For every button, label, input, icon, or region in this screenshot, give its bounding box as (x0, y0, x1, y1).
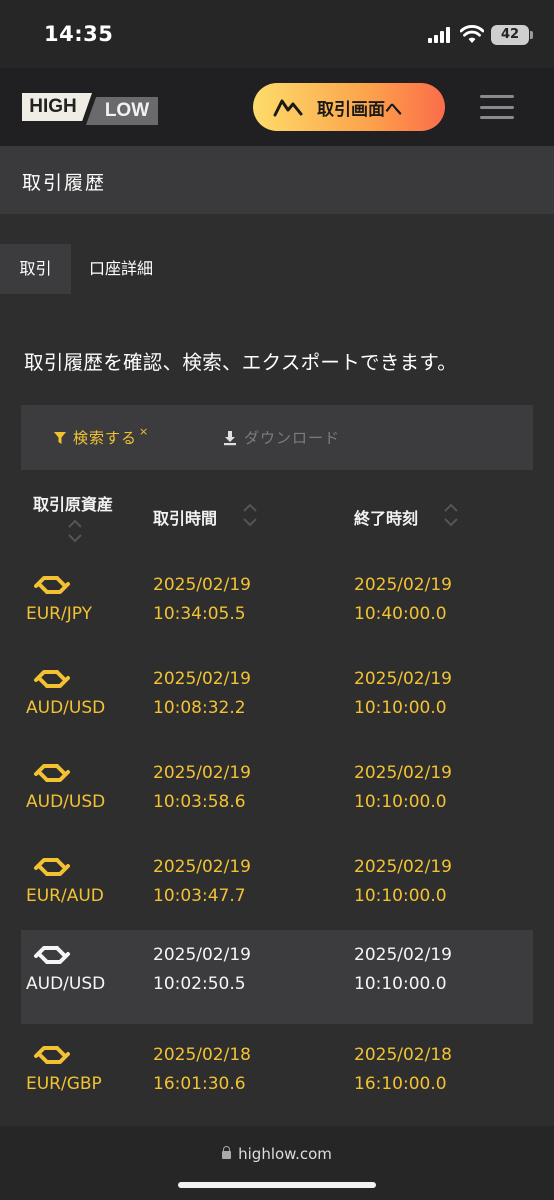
download-label: ダウンロード (244, 429, 341, 447)
end-date: 2025/02/19 (354, 575, 452, 595)
column-header-asset[interactable]: 取引原資産 (33, 492, 114, 543)
home-indicator[interactable] (178, 1182, 376, 1188)
exchange-icon (34, 670, 70, 688)
hamburger-menu-icon[interactable] (480, 95, 514, 119)
tab-account-details[interactable]: 口座詳細 (89, 244, 153, 294)
end-time: 10:40:00.0 (354, 604, 447, 624)
url-text: highlow.com (238, 1145, 332, 1163)
search-button[interactable]: 検索する × (53, 425, 149, 448)
trade-time: 10:03:58.6 (153, 792, 246, 812)
column-header-trade-time[interactable]: 取引時間 (153, 503, 257, 529)
trade-date: 2025/02/19 (153, 763, 251, 783)
download-button[interactable]: ダウンロード (222, 427, 340, 448)
exchange-icon (34, 946, 70, 964)
table-row[interactable]: EUR/JPY 2025/02/19 10:34:05.5 2025/02/19… (21, 560, 533, 654)
trade-date: 2025/02/19 (153, 669, 251, 689)
filter-icon (54, 431, 66, 444)
sort-icon (68, 519, 82, 543)
table-row[interactable]: AUD/USD 2025/02/19 10:03:58.6 2025/02/19… (21, 748, 533, 842)
exchange-icon (34, 764, 70, 782)
end-date: 2025/02/19 (354, 857, 452, 877)
trade-time: 10:03:47.7 (153, 886, 246, 906)
end-date: 2025/02/19 (354, 945, 452, 965)
asset-pair: EUR/GBP (26, 1074, 102, 1094)
trade-date: 2025/02/18 (153, 1045, 251, 1065)
table-row[interactable]: AUD/USD 2025/02/19 10:02:50.5 2025/02/19… (21, 930, 533, 1024)
end-date: 2025/02/18 (354, 1045, 452, 1065)
sort-icon (243, 503, 257, 527)
trade-time: 10:02:50.5 (153, 974, 246, 994)
exchange-icon (34, 858, 70, 876)
search-clear-icon[interactable]: × (139, 425, 149, 438)
address-bar[interactable]: highlow.com (0, 1145, 554, 1163)
toolbar: 検索する × ダウンロード (21, 405, 533, 470)
tab-trade[interactable]: 取引 (0, 244, 71, 294)
trade-date: 2025/02/19 (153, 857, 251, 877)
status-time: 14:35 (44, 22, 114, 46)
logo-low-text: LOW (86, 97, 158, 125)
trade-time: 10:34:05.5 (153, 604, 246, 624)
battery-icon: 42 (491, 25, 533, 45)
signal-icon (428, 27, 454, 43)
end-time: 10:10:00.0 (354, 792, 447, 812)
column-header-asset-label: 取引原資産 (33, 495, 114, 514)
exchange-icon (34, 576, 70, 594)
exchange-icon (34, 1046, 70, 1064)
table-row[interactable]: EUR/AUD 2025/02/19 10:03:47.7 2025/02/19… (21, 842, 533, 936)
table-row[interactable]: EUR/GBP 2025/02/18 16:01:30.6 2025/02/18… (21, 1030, 533, 1124)
asset-pair: AUD/USD (26, 792, 106, 812)
logo-high-text: HIGH (22, 93, 92, 121)
column-header-end-time-label: 終了時刻 (354, 509, 419, 528)
wifi-icon (460, 25, 484, 43)
search-label: 検索する (73, 429, 138, 447)
highlow-logo[interactable]: HIGH LOW (22, 93, 158, 125)
app-header: HIGH LOW 取引画面へ (0, 68, 554, 146)
sort-icon (444, 503, 458, 527)
column-header-end-time[interactable]: 終了時刻 (354, 503, 458, 529)
end-date: 2025/02/19 (354, 669, 452, 689)
asset-pair: AUD/USD (26, 698, 106, 718)
asset-pair: EUR/JPY (26, 604, 92, 624)
end-time: 10:10:00.0 (354, 698, 447, 718)
intro-text: 取引履歴を確認、検索、エクスポートできます。 (24, 351, 458, 374)
trade-time: 10:08:32.2 (153, 698, 246, 718)
chart-line-icon (273, 99, 303, 117)
trade-button-label: 取引画面へ (317, 99, 402, 120)
end-date: 2025/02/19 (354, 763, 452, 783)
trade-date: 2025/02/19 (153, 945, 251, 965)
asset-pair: EUR/AUD (26, 886, 104, 906)
asset-pair: AUD/USD (26, 974, 106, 994)
trade-time: 16:01:30.6 (153, 1074, 246, 1094)
trade-date: 2025/02/19 (153, 575, 251, 595)
download-icon (224, 430, 236, 445)
trade-screen-button[interactable]: 取引画面へ (253, 83, 445, 131)
column-header-trade-time-label: 取引時間 (153, 509, 218, 528)
end-time: 16:10:00.0 (354, 1074, 447, 1094)
end-time: 10:10:00.0 (354, 886, 447, 906)
lock-icon (222, 1146, 232, 1159)
page-title-bar: 取引履歴 (0, 146, 554, 214)
status-bar: 14:35 42 (0, 0, 554, 68)
tabs: 取引 口座詳細 (0, 244, 554, 294)
browser-bottom-bar: highlow.com (0, 1126, 554, 1200)
page-title: 取引履歴 (22, 172, 107, 194)
table-row[interactable]: AUD/USD 2025/02/19 10:08:32.2 2025/02/19… (21, 654, 533, 748)
end-time: 10:10:00.0 (354, 974, 447, 994)
